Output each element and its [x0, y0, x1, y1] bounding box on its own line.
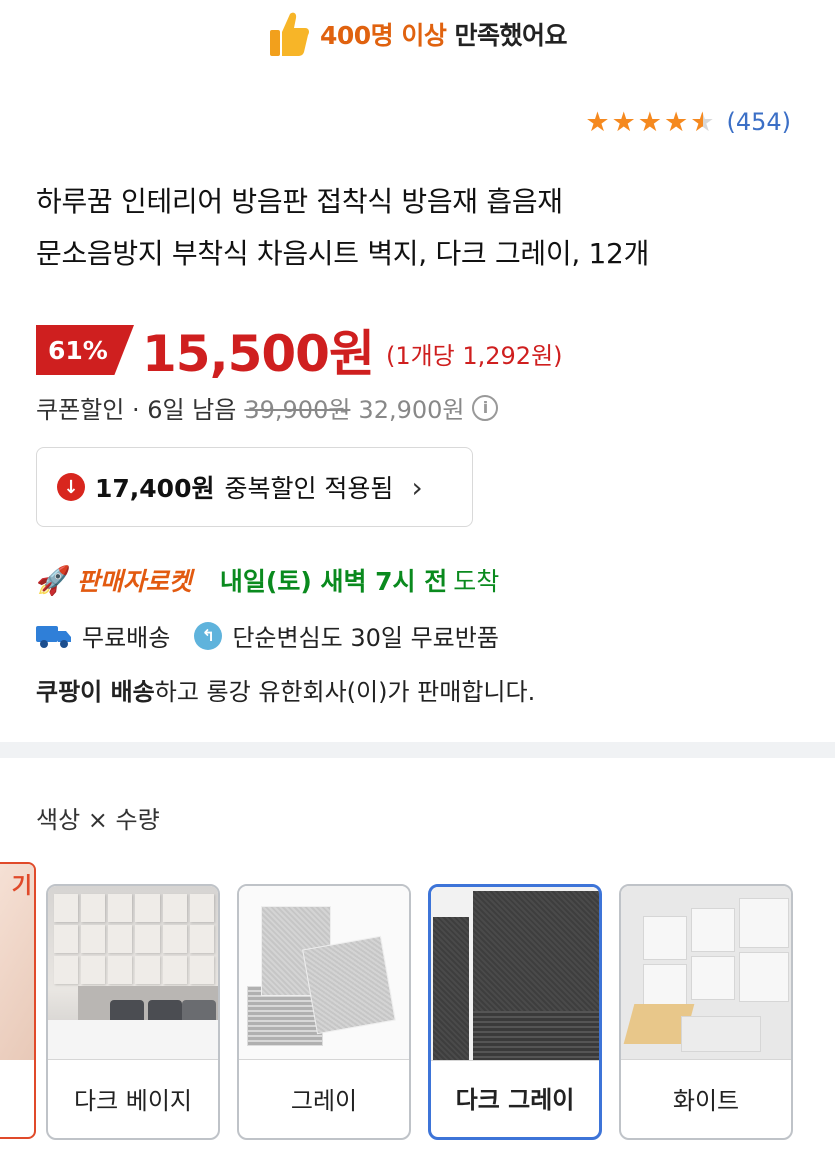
- option-image: [621, 886, 791, 1060]
- truck-icon: [36, 625, 71, 648]
- arrow-down-icon: ↓: [57, 473, 85, 501]
- rocket-icon: 🚀: [36, 563, 71, 597]
- arrival-suffix: 도착: [453, 567, 500, 596]
- option-title: 색상 × 수량: [36, 806, 160, 834]
- star-icon: ★: [637, 106, 663, 138]
- option-card-dark-gray[interactable]: 다크 그레이: [428, 884, 602, 1140]
- option-image: [48, 886, 218, 1060]
- seller-bold: 쿠팡이 배송: [36, 678, 155, 706]
- option-image: [431, 887, 599, 1061]
- arrival-time: 내일(토) 새벽 7시 전: [219, 567, 448, 596]
- option-label: 다크 그레이: [455, 1085, 575, 1114]
- free-return: 단순변심도 30일 무료반품: [232, 624, 499, 652]
- return-icon: ↰: [194, 621, 223, 650]
- seller-info: 쿠팡이 배송하고 롱강 유한회사(이)가 판매합니다.: [36, 672, 535, 707]
- delivery-row: 🚀 판매자로켓 내일(토) 새벽 7시 전 도착: [36, 562, 499, 598]
- satisfaction-banner: 400명 이상 만족했어요: [0, 6, 835, 62]
- coupon-price: 32,900원: [358, 396, 465, 424]
- section-divider: [0, 742, 835, 758]
- option-image: [239, 886, 409, 1060]
- star-icon: ★: [611, 106, 636, 138]
- star-icon: ★: [585, 106, 610, 138]
- review-count[interactable]: (454): [726, 108, 791, 136]
- chevron-right-icon: ›: [411, 470, 423, 504]
- shipping-row: 무료배송 ↰ 단순변심도 30일 무료반품: [36, 618, 499, 653]
- coupon-label: 쿠폰할인 · 6일 남음: [36, 396, 237, 424]
- seller-rest: 하고 롱강 유한회사(이)가 판매합니다.: [154, 678, 536, 706]
- option-card-white[interactable]: 화이트: [619, 884, 793, 1140]
- option-card-partial[interactable]: 기: [0, 862, 36, 1139]
- thumbs-up-icon: [269, 12, 309, 56]
- option-label: 그레이: [290, 1086, 358, 1115]
- sale-price: 15,500원: [142, 325, 375, 383]
- product-title-line: 하루꿈 인테리어 방음판 접착식 방음재 흡음재: [36, 185, 563, 218]
- duplicate-discount-amount: 17,400원: [95, 474, 215, 503]
- price-row: 61% 15,500원 (1개당 1,292원): [36, 314, 563, 386]
- option-card-dark-beige[interactable]: 다크 베이지: [46, 884, 220, 1140]
- discount-badge: 61%: [36, 325, 134, 375]
- duplicate-discount-text: 중복할인 적용됨: [224, 474, 394, 503]
- duplicate-discount-button[interactable]: ↓ 17,400원 중복할인 적용됨 ›: [36, 447, 473, 527]
- half-star-icon: ★: [690, 106, 715, 138]
- rating[interactable]: ★ ★ ★ ★ ★ (454): [585, 108, 791, 136]
- option-tag: 기: [11, 874, 32, 899]
- unit-price: (1개당 1,292원): [385, 341, 563, 370]
- seller-rocket-badge: 판매자로켓: [76, 567, 192, 596]
- option-label: 다크 베이지: [73, 1086, 193, 1115]
- option-card-gray[interactable]: 그레이: [237, 884, 411, 1140]
- info-icon[interactable]: i: [472, 394, 499, 421]
- original-price: 39,900원: [244, 396, 351, 424]
- option-label: 화이트: [672, 1086, 740, 1115]
- satisfaction-count: 400명 이상: [319, 21, 447, 50]
- star-icon: ★: [664, 106, 689, 138]
- product-title: 하루꿈 인테리어 방음판 접착식 방음재 흡음재 문소음방지 부착식 차음시트 …: [36, 176, 796, 280]
- product-title-line: 문소음방지 부착식 차음시트 벽지, 다크 그레이, 12개: [36, 237, 650, 270]
- option-list: 기 다크 베이지 그레이 다크 그레이 화이트: [0, 862, 835, 1150]
- satisfaction-text: 만족했어요: [454, 21, 568, 50]
- free-shipping: 무료배송: [82, 624, 171, 652]
- coupon-row: 쿠폰할인 · 6일 남음 39,900원 32,900원 i: [36, 390, 499, 425]
